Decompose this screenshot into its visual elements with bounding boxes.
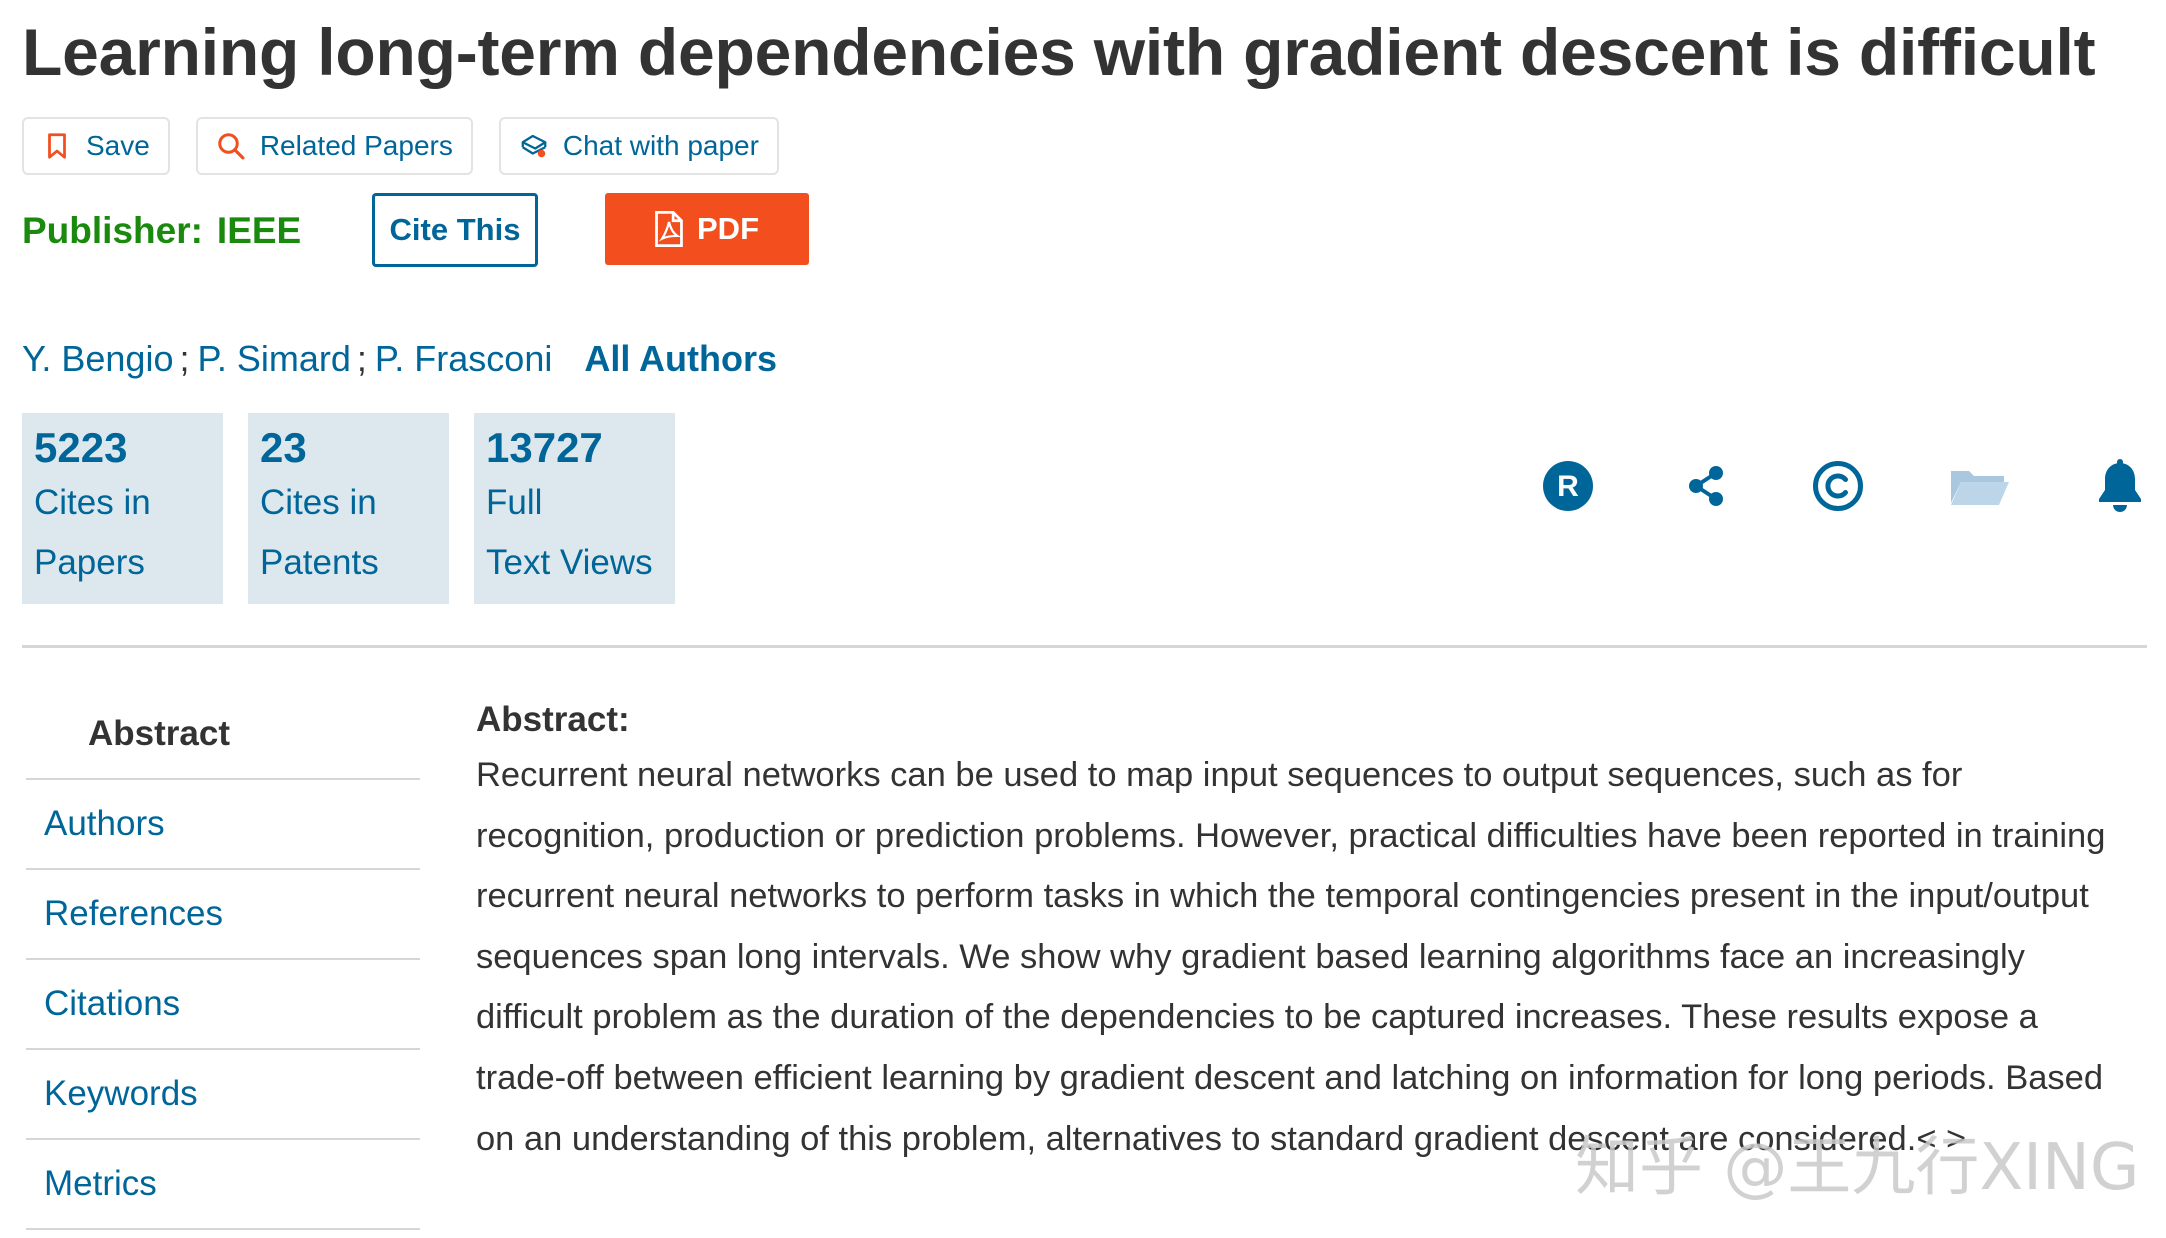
stat-cites-in-patents[interactable]: 23 Cites in Patents	[248, 413, 449, 604]
author-link[interactable]: P. Frasconi	[375, 338, 552, 379]
chat-with-paper-label: Chat with paper	[562, 130, 759, 161]
stat-label: Papers	[34, 543, 145, 582]
paper-page: Learning long-term dependencies with gra…	[0, 0, 2166, 1238]
add-to-folder-button[interactable]	[1948, 458, 2012, 514]
abstract-text: Recurrent neural networks can be used to…	[476, 756, 2106, 1158]
chat-paper-icon	[521, 134, 547, 158]
stat-label: Patents	[260, 543, 379, 582]
author-link[interactable]: Y. Bengio	[22, 338, 173, 379]
stat-label: Full	[486, 483, 543, 522]
author-link[interactable]: P. Simard	[198, 338, 351, 379]
save-label: Save	[86, 130, 150, 161]
author-separator: ;	[356, 338, 367, 379]
copyright-icon	[1813, 461, 1863, 511]
stat-label: Cites in	[34, 483, 151, 522]
pdf-file-icon	[655, 211, 683, 247]
publisher: Publisher: IEEE	[22, 210, 301, 252]
sidebar-item-authors[interactable]: Authors	[26, 780, 420, 870]
copyright-button[interactable]	[1810, 458, 1866, 514]
save-button[interactable]: Save	[22, 117, 170, 175]
chat-with-paper-button[interactable]: Chat with paper	[498, 117, 779, 175]
sidebar-item-keywords[interactable]: Keywords	[26, 1050, 420, 1140]
rights-permissions-button[interactable]: R	[1540, 458, 1596, 514]
bookmark-icon	[48, 133, 66, 159]
metrics-summary: 5223 Cites in Papers 23 Cites in Patents…	[22, 413, 675, 604]
publisher-label: Publisher:	[22, 210, 203, 251]
sidebar-item-metrics[interactable]: Metrics	[26, 1140, 420, 1230]
stat-label: Text Views	[486, 543, 653, 582]
watermark: 知乎 @王九行XING	[1575, 1131, 2140, 1205]
stat-cites-in-papers[interactable]: 5223 Cites in Papers	[22, 413, 223, 604]
stat-value: 23	[260, 424, 307, 471]
toolbar: Save Related Papers Chat with paper	[22, 117, 779, 175]
pdf-label: PDF	[697, 211, 759, 246]
related-papers-label: Related Papers	[259, 130, 453, 161]
share-icon	[1689, 466, 1723, 506]
cite-this-button[interactable]: Cite This	[372, 193, 538, 267]
document-sidebar: Abstract Authors References Citations Ke…	[26, 690, 420, 1230]
abstract-section: Abstract: Recurrent neural networks can …	[476, 698, 2136, 1169]
stat-value: 5223	[34, 424, 128, 471]
sidebar-item-references[interactable]: References	[26, 870, 420, 960]
rights-letter: R	[1557, 470, 1579, 503]
author-list: Y. Bengio; P. Simard; P. Frasconi All Autho…	[22, 338, 777, 380]
stat-full-text-views[interactable]: 13727 Full Text Views	[474, 413, 675, 604]
bell-icon	[2099, 459, 2141, 512]
folder-icon	[1951, 471, 2009, 505]
all-authors-link[interactable]: All Authors	[584, 338, 777, 379]
pdf-button[interactable]: PDF	[605, 193, 809, 265]
search-icon	[218, 133, 245, 160]
action-icons: R	[1540, 458, 2141, 518]
stat-value: 13727	[486, 424, 603, 471]
sidebar-item-citations[interactable]: Citations	[26, 960, 420, 1050]
share-button[interactable]	[1678, 458, 1734, 514]
stat-label: Cites in	[260, 483, 377, 522]
rights-permissions-icon: R	[1543, 461, 1593, 511]
publisher-name: IEEE	[216, 210, 302, 251]
section-divider	[22, 645, 2147, 648]
page-title: Learning long-term dependencies with gra…	[22, 15, 2096, 89]
sidebar-item-abstract[interactable]: Abstract	[26, 690, 420, 780]
author-separator: ;	[179, 338, 190, 379]
related-papers-button[interactable]: Related Papers	[195, 117, 473, 175]
alerts-button[interactable]	[2092, 458, 2148, 514]
abstract-heading: Abstract:	[476, 700, 630, 739]
